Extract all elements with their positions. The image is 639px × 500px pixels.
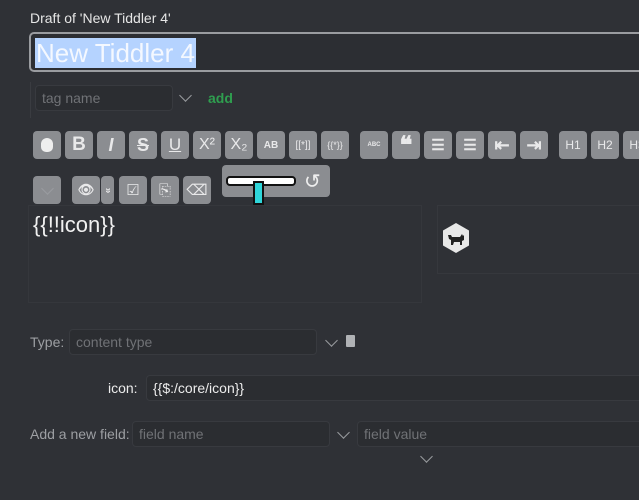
title-input[interactable]: New Tiddler 4	[29, 32, 639, 72]
trash-icon[interactable]	[346, 335, 355, 347]
superscript-button[interactable]: X²	[193, 131, 221, 159]
numbered-list-button[interactable]: ☰	[456, 131, 484, 159]
outdent-button[interactable]: ⇤	[488, 131, 516, 159]
preview-button[interactable]: 👁	[72, 176, 100, 204]
content-type-input[interactable]: content type	[69, 329, 317, 355]
double-chevron-icon: »	[102, 187, 113, 193]
field-name-dropdown-chevron-icon[interactable]	[337, 426, 350, 439]
italic-button[interactable]: I	[97, 131, 125, 159]
preview-pane	[437, 205, 639, 274]
smallcaps-button[interactable]: AB	[257, 131, 285, 159]
size-slider-panel: ↺	[222, 165, 330, 205]
monospaced-block-button[interactable]: ABC	[360, 131, 388, 159]
bullet-list-button[interactable]: ☰	[424, 131, 452, 159]
reset-icon[interactable]: ↺	[304, 169, 321, 194]
preview-type-dropdown[interactable]: »	[101, 176, 114, 204]
tag-name-input[interactable]: tag name	[35, 85, 173, 111]
link-button[interactable]: [[*]]	[289, 131, 317, 159]
editor-text[interactable]: {{!!icon}}	[33, 212, 115, 238]
quote-button[interactable]: ❝	[392, 131, 420, 159]
transclude-button[interactable]: {{*}}	[321, 131, 349, 159]
field-value-dropdown-chevron-icon[interactable]	[420, 450, 433, 463]
cat-hexagon-icon	[443, 223, 469, 253]
title-text-selected[interactable]: New Tiddler 4	[35, 38, 196, 68]
field-name-icon: icon:	[108, 380, 138, 396]
tag-dropdown-chevron-icon[interactable]	[179, 89, 192, 102]
strikethrough-button[interactable]: S	[129, 131, 157, 159]
draft-label: Draft of 'New Tiddler 4'	[30, 10, 171, 26]
add-field-label: Add a new field:	[30, 426, 130, 442]
heading-1-button[interactable]: H1	[559, 131, 587, 159]
type-label: Type:	[30, 334, 65, 350]
chevron-down-icon	[40, 181, 54, 195]
new-field-name-input[interactable]: field name	[132, 421, 330, 447]
indent-button[interactable]: ⇥	[520, 131, 548, 159]
checkbox-button[interactable]: ☑	[119, 176, 147, 204]
text-editor[interactable]: {{!!icon}}	[28, 205, 422, 303]
clear-button[interactable]: ⌫	[183, 176, 211, 204]
excise-icon	[41, 138, 53, 152]
excise-button[interactable]	[33, 131, 61, 159]
tags-area: tag name	[30, 82, 639, 118]
heading-2-button[interactable]: H2	[591, 131, 619, 159]
clipboard-button[interactable]: ⎘	[151, 176, 179, 204]
underline-button[interactable]: U	[161, 131, 189, 159]
type-dropdown-chevron-icon[interactable]	[325, 334, 338, 347]
size-slider[interactable]	[226, 176, 296, 205]
subscript-button[interactable]: X₂	[225, 131, 253, 159]
bold-button[interactable]: B	[65, 131, 93, 159]
slider-thumb[interactable]	[252, 181, 264, 205]
field-value-icon[interactable]: {{$:/core/icon}}	[146, 375, 639, 401]
more-button[interactable]	[33, 176, 61, 204]
add-tag-button[interactable]: add	[208, 90, 233, 106]
heading-3-button[interactable]: H3	[623, 131, 639, 159]
new-field-value-input[interactable]: field value	[357, 421, 639, 447]
